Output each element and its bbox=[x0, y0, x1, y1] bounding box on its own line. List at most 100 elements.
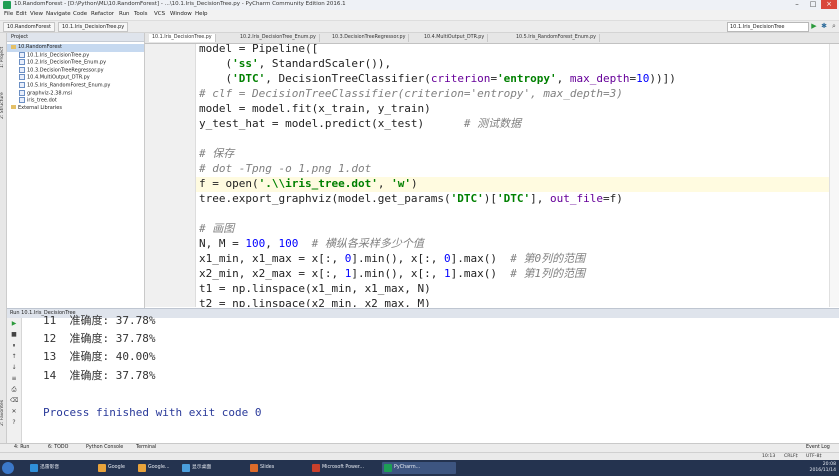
editor-gutter bbox=[145, 44, 196, 307]
taskbar-item-label: 迅雷影音 bbox=[40, 465, 60, 470]
code-line: x2_min, x2_max = x[:, 1].min(), x[:, 1].… bbox=[199, 266, 585, 281]
menu-tools[interactable]: Tools bbox=[134, 11, 148, 17]
tree-folder[interactable]: External Libraries bbox=[7, 105, 144, 113]
code-token: f = open( bbox=[199, 177, 259, 190]
tree-file[interactable]: 10.1.Iris_DecisionTree.py bbox=[7, 51, 144, 60]
code-editor[interactable]: model = Pipeline([ ('ss', StandardScaler… bbox=[199, 41, 829, 307]
code-token: 100 bbox=[245, 237, 266, 250]
tab-terminal[interactable]: Terminal bbox=[136, 445, 156, 450]
taskbar-item[interactable]: Slides bbox=[248, 462, 316, 474]
soft-wrap-icon[interactable]: ≡ bbox=[10, 375, 18, 383]
code-token: # clf = DecisionTreeClassifier(criterion… bbox=[199, 87, 623, 100]
taskbar-item[interactable]: 显示桌面 bbox=[180, 462, 254, 474]
minimize-icon[interactable]: – bbox=[789, 0, 805, 9]
taskbar-app-icon bbox=[30, 464, 38, 472]
taskbar-item[interactable]: Microsoft Power... bbox=[310, 462, 388, 474]
tree-folder[interactable]: 10.RandomForest bbox=[7, 44, 144, 52]
menu-help[interactable]: Help bbox=[195, 11, 208, 17]
scroll-down-icon[interactable]: ↓ bbox=[10, 364, 18, 372]
code-line: # dot -Tpng -o 1.png 1.dot bbox=[199, 161, 371, 176]
tree-file[interactable]: 10.3.DecisionTreeRegressor.py bbox=[7, 66, 144, 75]
code-token: out_file bbox=[550, 192, 604, 205]
code-line: # clf = DecisionTreeClassifier(criterion… bbox=[199, 86, 623, 101]
tree-file[interactable]: graphviz-2.38.msi bbox=[7, 89, 144, 98]
menu-view[interactable]: View bbox=[30, 11, 43, 17]
code-token: '.\\iris_tree.dot' bbox=[258, 177, 378, 190]
code-token: , bbox=[265, 237, 279, 250]
line-separator[interactable]: CRLF‡ bbox=[784, 454, 798, 459]
code-token: =f) bbox=[603, 192, 623, 205]
tree-file[interactable]: 10.2.Iris_DecisionTree_Enum.py bbox=[7, 59, 144, 67]
clear-icon[interactable]: ⌫ bbox=[10, 397, 18, 405]
close-icon[interactable]: × bbox=[821, 0, 837, 9]
tree-item-label: 10.5.Iris_RandomForest_Enum.py bbox=[27, 82, 111, 89]
run-configuration-select[interactable]: 10.1.Iris_DecisionTree bbox=[727, 22, 809, 32]
pause-icon[interactable]: ⏸ bbox=[10, 342, 18, 350]
run-toolbar: ▶ ■ ⏸ ↑ ↓ ≡ ⎙ ⌫ ✕ ? bbox=[7, 318, 22, 443]
code-token: ], bbox=[530, 192, 551, 205]
tree-file[interactable]: iris_tree.dot bbox=[7, 97, 144, 105]
code-token: # dot -Tpng -o 1.png 1.dot bbox=[199, 162, 372, 175]
code-token: 'entropy' bbox=[497, 72, 557, 85]
code-token: 10 bbox=[636, 72, 650, 85]
caret-position[interactable]: 10:13 bbox=[762, 454, 775, 459]
menu-refactor[interactable]: Refactor bbox=[91, 11, 114, 17]
taskbar-item-label: PyCharm... bbox=[394, 465, 421, 470]
python-file-icon bbox=[19, 74, 25, 81]
tab-event-log[interactable]: Event Log bbox=[806, 445, 830, 450]
menu-vcs[interactable]: VCS bbox=[154, 11, 165, 17]
taskbar-app-icon bbox=[384, 464, 392, 472]
project-tool-tab[interactable]: 1: Project bbox=[0, 37, 6, 77]
menu-navigate[interactable]: Navigate bbox=[46, 11, 71, 17]
tree-item-label: External Libraries bbox=[18, 104, 62, 111]
maximize-icon[interactable]: □ bbox=[805, 0, 821, 9]
pin-icon[interactable]: ✕ bbox=[10, 408, 18, 416]
code-token: # 横纵各采样多少个值 bbox=[311, 237, 424, 250]
taskbar-item-label: Microsoft Power... bbox=[322, 465, 364, 470]
code-line: ('DTC', DecisionTreeClassifier(criterion… bbox=[199, 71, 676, 86]
python-file-icon bbox=[19, 81, 25, 88]
code-line: # 保存 bbox=[199, 146, 234, 161]
favorites-tool-tab[interactable]: 2: Favorites bbox=[0, 393, 6, 433]
scroll-up-icon[interactable]: ↑ bbox=[10, 353, 18, 361]
tree-item-label: graphviz-2.38.msi bbox=[27, 90, 72, 97]
tree-file[interactable]: 10.4.MultiOutput_DTR.py bbox=[7, 74, 144, 82]
code-token: ))]) bbox=[649, 72, 676, 85]
tree-item-label: 10.1.Iris_DecisionTree.py bbox=[27, 52, 90, 59]
debug-icon[interactable]: ✱ bbox=[820, 22, 828, 30]
menu-run[interactable]: Run bbox=[119, 11, 130, 17]
menu-file[interactable]: File bbox=[4, 11, 13, 17]
menu-window[interactable]: Window bbox=[170, 11, 192, 17]
menu-code[interactable]: Code bbox=[73, 11, 87, 17]
code-token: ( bbox=[199, 72, 233, 85]
taskbar-item[interactable]: 迅雷影音 bbox=[28, 462, 100, 474]
print-icon[interactable]: ⎙ bbox=[10, 386, 18, 394]
code-line: tree.export_graphviz(model.get_params('D… bbox=[199, 191, 623, 206]
tree-file[interactable]: 10.5.Iris_RandomForest_Enum.py bbox=[7, 81, 144, 90]
run-console[interactable]: 11 准确度: 37.78% 12 准确度: 37.78% 13 准确度: 40… bbox=[22, 314, 839, 443]
project-panel: Project 10.RandomForest 10.1.Iris_Decisio… bbox=[7, 33, 145, 308]
start-icon[interactable] bbox=[2, 462, 14, 474]
menu-bar: File Edit View Navigate Code Refactor Ru… bbox=[0, 10, 839, 21]
code-token: 'w' bbox=[391, 177, 411, 190]
structure-tool-tab[interactable]: 2: Structure bbox=[0, 85, 6, 127]
code-token: # 第0列的范围 bbox=[510, 252, 586, 265]
stop-icon[interactable]: ■ bbox=[10, 331, 18, 339]
code-token: max_depth bbox=[569, 72, 630, 85]
taskbar-item[interactable]: PyCharm... bbox=[382, 462, 456, 474]
search-everywhere-icon[interactable]: ⌕ bbox=[830, 22, 838, 30]
tab-python-console[interactable]: Python Console bbox=[86, 445, 123, 450]
taskbar-app-icon bbox=[138, 464, 146, 472]
tab-run[interactable]: 4: Run bbox=[14, 445, 29, 450]
tab-todo[interactable]: 6: TODO bbox=[48, 445, 68, 450]
breadcrumb-project[interactable]: 10.RandomForest bbox=[3, 22, 55, 32]
run-icon[interactable]: ▶ bbox=[810, 22, 818, 30]
file-encoding[interactable]: UTF-8‡ bbox=[806, 454, 822, 459]
code-token: ].min(), x[:, bbox=[351, 252, 445, 265]
help-icon[interactable]: ? bbox=[10, 419, 18, 427]
menu-edit[interactable]: Edit bbox=[16, 11, 27, 17]
breadcrumb-file[interactable]: 10.1.Iris_DecisionTree.py bbox=[58, 22, 129, 32]
project-panel-header: Project bbox=[7, 33, 144, 42]
rerun-icon[interactable]: ▶ bbox=[10, 320, 18, 328]
code-token: t1 = np.linspace(x1_min, x1_max, N) bbox=[199, 282, 431, 295]
